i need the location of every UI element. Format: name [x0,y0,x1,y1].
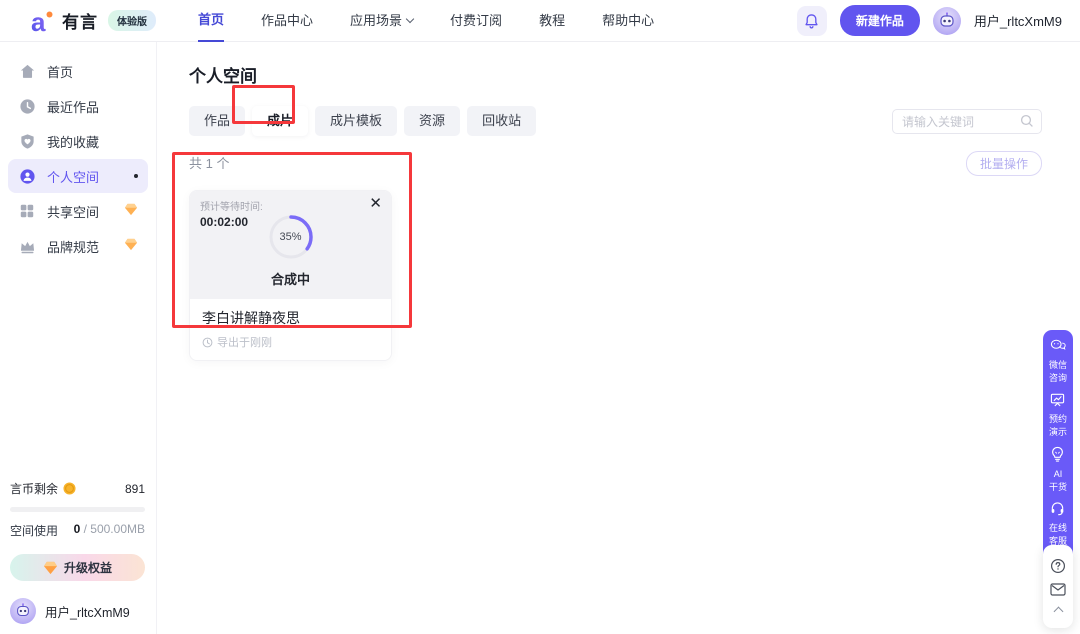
video-card[interactable]: 预计等待时间: 00:02:00 ✕ 35% 合成中 李白讲解静夜思 [189,190,392,361]
storage-total-value: / 500.00MB [80,522,145,536]
search-box [892,109,1042,134]
home-icon [18,63,36,80]
sidebar-item-label: 个人空间 [47,167,99,186]
clock-icon [202,337,213,348]
book-demo-button[interactable]: 预约 演示 [1049,392,1067,438]
sidebar-item-shared-space[interactable]: 共享空间 [8,194,148,228]
video-card-info: 李白讲解静夜思 导出于刚刚 [190,299,391,360]
sidebar-item-label: 品牌规范 [47,237,99,256]
shared-space-icon [18,203,36,219]
export-time-text: 导出于刚刚 [217,334,272,350]
help-widget [1043,545,1073,628]
items-count: 共 1 个 [189,153,229,172]
storage-progress-bar [10,507,145,512]
favorites-icon [18,133,36,150]
sidebar-item-favorites[interactable]: 我的收藏 [8,124,148,158]
header-right: 新建作品 用户_rltcXmM9 [797,5,1062,36]
sidebar-item-brand-guidelines[interactable]: 品牌规范 [8,229,148,263]
nav-item-subscription[interactable]: 付费订阅 [450,0,502,42]
tab-resources[interactable]: 资源 [404,106,460,136]
tab-works[interactable]: 作品 [189,106,245,136]
headset-icon [1050,501,1065,521]
scroll-to-top-chevron-up-icon[interactable] [1053,607,1063,617]
sidebar-item-recent-works[interactable]: 最近作品 [8,89,148,123]
sidebar: 首页 最近作品 我的收藏 个人空间 共享空间 [0,42,157,634]
progress-ring: 35% [267,213,315,261]
export-time-row: 导出于刚刚 [202,334,379,350]
wait-time-value: 00:02:00 [200,215,263,229]
personal-space-icon [18,168,36,185]
video-card-preview: 预计等待时间: 00:02:00 ✕ 35% 合成中 [190,191,391,299]
nav-item-works-center[interactable]: 作品中心 [261,0,313,42]
top-navbar: a 有言 体验版 首页 作品中心 应用场景 付费订阅 教程 帮助中心 [0,0,1080,42]
top-nav-menu: 首页 作品中心 应用场景 付费订阅 教程 帮助中心 [198,0,654,42]
brand-name: 有言 [62,8,98,33]
coin-balance-row: 言币剩余 891 [10,480,145,497]
tab-finished-videos[interactable]: 成片 [252,106,308,136]
trial-version-badge: 体验版 [108,10,156,31]
sidebar-item-label: 首页 [47,62,73,81]
sidebar-item-personal-space[interactable]: 个人空间 [8,159,148,193]
wechat-icon [1050,339,1066,358]
tabs-row: 作品 成片 成片模板 资源 回收站 [189,106,1042,136]
coin-icon [63,482,76,495]
svg-text:a: a [31,8,46,34]
demo-icon [1050,392,1065,412]
logo-icon: a [30,8,56,34]
coin-balance-value: 891 [125,482,145,496]
floating-contact-toolbar: 微信 咨询 预约 演示 AI 干货 [1043,330,1073,571]
synthesis-status: 合成中 [271,269,310,288]
recent-icon [18,98,36,115]
tab-video-templates[interactable]: 成片模板 [315,106,397,136]
crown-icon [18,239,36,254]
list-header-row: 共 1 个 批量操作 [189,151,1042,173]
sidebar-username: 用户_rltcXmM9 [45,602,130,621]
video-title: 李白讲解静夜思 [202,308,379,328]
sidebar-item-label: 我的收藏 [47,132,99,151]
page-title: 个人空间 [189,62,1042,87]
user-avatar[interactable] [933,7,961,35]
upgrade-button[interactable]: 升级权益 [10,554,145,581]
main-content: 个人空间 作品 成片 成片模板 资源 回收站 共 1 个 批量操作 预计等待时间… [158,42,1080,634]
online-support-button[interactable]: 在线 客服 [1049,501,1067,547]
sidebar-account-panel: 言币剩余 891 空间使用 0 / 500.00MB 升级权益 [0,480,155,634]
gem-icon [124,238,138,254]
sidebar-item-label: 最近作品 [47,97,99,116]
search-icon [1020,114,1034,133]
batch-actions-button[interactable]: 批量操作 [966,151,1042,176]
wechat-consult-button[interactable]: 微信 咨询 [1049,339,1067,384]
notifications-button[interactable] [797,6,827,36]
close-icon[interactable]: ✕ [369,195,382,213]
progress-percent: 35% [267,213,315,261]
ai-tips-icon [1050,446,1065,467]
help-icon[interactable] [1050,558,1066,574]
wait-time-label: 预计等待时间: [200,198,263,213]
estimated-wait-block: 预计等待时间: 00:02:00 [200,198,263,229]
nav-item-help-center[interactable]: 帮助中心 [602,0,654,42]
page: a 有言 体验版 首页 作品中心 应用场景 付费订阅 教程 帮助中心 [0,0,1080,634]
user-avatar [10,598,36,624]
nav-item-tutorials[interactable]: 教程 [539,0,565,42]
mail-icon[interactable] [1050,583,1066,596]
header-username[interactable]: 用户_rltcXmM9 [974,11,1062,30]
tab-recycle-bin[interactable]: 回收站 [467,106,536,136]
coin-balance-label: 言币剩余 [10,480,58,497]
gem-icon [124,203,138,219]
sidebar-item-label: 共享空间 [47,202,99,221]
brand-logo[interactable]: a 有言 体验版 [30,8,156,34]
ai-tips-button[interactable]: AI 干货 [1049,446,1067,493]
new-work-button[interactable]: 新建作品 [840,5,920,36]
bell-icon [804,13,819,29]
storage-usage-label: 空间使用 [10,522,58,539]
nav-item-home[interactable]: 首页 [198,0,224,42]
gem-icon [43,561,58,575]
chevron-down-icon [406,14,414,22]
sidebar-item-home[interactable]: 首页 [8,54,148,88]
notification-dot [134,174,138,178]
storage-usage-row: 空间使用 0 / 500.00MB [10,522,145,539]
sidebar-user-row[interactable]: 用户_rltcXmM9 [10,598,145,624]
nav-item-use-cases[interactable]: 应用场景 [350,0,413,42]
